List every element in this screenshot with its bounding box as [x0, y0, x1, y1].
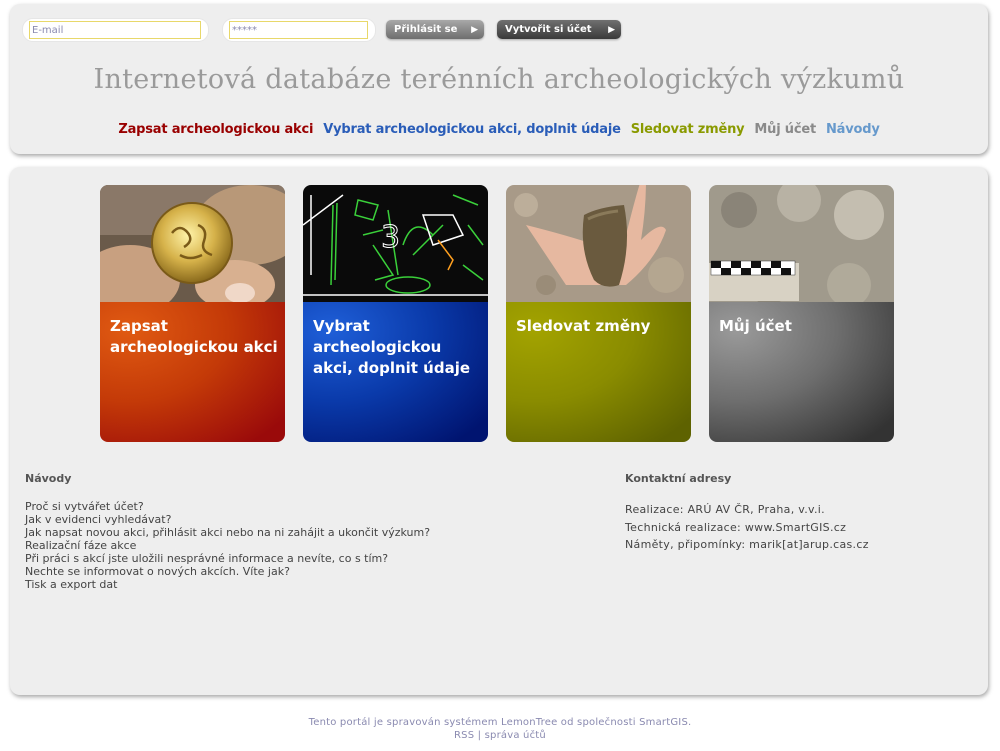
- guide-link[interactable]: Při práci s akcí jste uložili nesprávné …: [25, 552, 430, 565]
- login-button-label: Přihlásit se: [394, 24, 458, 35]
- tile-label: Zapsat archeologickou akci: [110, 317, 278, 356]
- play-arrow-icon: ▶: [608, 24, 615, 35]
- nav-item-track-changes[interactable]: Sledovat změny: [631, 122, 745, 137]
- rss-link[interactable]: RSS: [454, 730, 474, 741]
- bone-in-hand-photo: [506, 185, 691, 302]
- tile-select-action[interactable]: 3 Vybrat archeologickou akci, doplnit úd…: [303, 185, 488, 442]
- cad-plan-photo: 3: [303, 185, 488, 302]
- site-title: Internetová databáze terénních archeolog…: [93, 64, 905, 95]
- guide-link[interactable]: Realizační fáze akce: [25, 539, 430, 552]
- tile-label: Vybrat archeologickou akci, doplnit údaj…: [313, 317, 471, 377]
- contact-heading: Kontaktní adresy: [625, 472, 732, 485]
- nav-item-guides[interactable]: Návody: [826, 122, 880, 137]
- footer-separator: |: [477, 730, 482, 741]
- footer: Tento portál je spravován systémem Lemon…: [0, 716, 1000, 742]
- contact-list: Realizace: ARÚ AV ČR, Praha, v.v.i. Tech…: [625, 501, 869, 554]
- password-input[interactable]: [229, 21, 368, 39]
- guides-list: Proč si vytvářet účet? Jak v evidenci vy…: [25, 500, 430, 591]
- tile-record-action[interactable]: Zapsat archeologickou akci: [100, 185, 285, 442]
- svg-text:3: 3: [381, 220, 400, 255]
- guide-link[interactable]: Jak v evidenci vyhledávat?: [25, 513, 430, 526]
- contact-item: Realizace: ARÚ AV ČR, Praha, v.v.i.: [625, 503, 825, 516]
- footer-links: RSS | správa účtů: [0, 729, 1000, 742]
- nav-item-my-account[interactable]: Můj účet: [754, 122, 816, 137]
- play-arrow-icon: ▶: [471, 24, 478, 35]
- nav-item-select-action[interactable]: Vybrat archeologickou akci, doplnit údaj…: [323, 122, 621, 137]
- password-field-wrapper: [222, 18, 376, 42]
- email-field-wrapper: [22, 18, 209, 42]
- footer-text: Tento portál je spravován systémem Lemon…: [308, 717, 692, 728]
- tile-label: Sledovat změny: [516, 317, 651, 335]
- excavation-scale-photo: [709, 185, 894, 302]
- contact-item: Technická realizace: www.SmartGIS.cz: [625, 520, 847, 534]
- guide-link[interactable]: Proč si vytvářet účet?: [25, 500, 430, 513]
- guide-link[interactable]: Nechte se informovat o nových akcích. Ví…: [25, 565, 430, 578]
- header-panel: Přihlásit se ▶ Vytvořit si účet ▶ Intern…: [10, 4, 988, 154]
- guides-heading: Návody: [25, 472, 72, 485]
- tile-track-changes[interactable]: Sledovat změny: [506, 185, 691, 442]
- guide-link[interactable]: Tisk a export dat: [25, 578, 430, 591]
- create-account-button-label: Vytvořit si účet: [505, 24, 592, 35]
- create-account-button[interactable]: Vytvořit si účet ▶: [497, 20, 621, 39]
- contact-item: Náměty, připomínky: marik[at]arup.cas.cz: [625, 538, 869, 551]
- login-button[interactable]: Přihlásit se ▶: [386, 20, 484, 39]
- email-input[interactable]: [29, 21, 201, 39]
- tile-label: Můj účet: [719, 317, 792, 335]
- main-panel: Zapsat archeologickou akci 3 Vybrat arch…: [10, 167, 988, 695]
- main-nav: Zapsat archeologickou akci Vybrat archeol…: [10, 122, 988, 137]
- account-management-link[interactable]: správa účtů: [485, 730, 546, 741]
- nav-item-record-action[interactable]: Zapsat archeologickou akci: [118, 122, 313, 137]
- gold-coin-photo: [100, 185, 285, 302]
- tile-my-account[interactable]: Můj účet: [709, 185, 894, 442]
- guide-link[interactable]: Jak napsat novou akci, přihlásit akci ne…: [25, 526, 430, 539]
